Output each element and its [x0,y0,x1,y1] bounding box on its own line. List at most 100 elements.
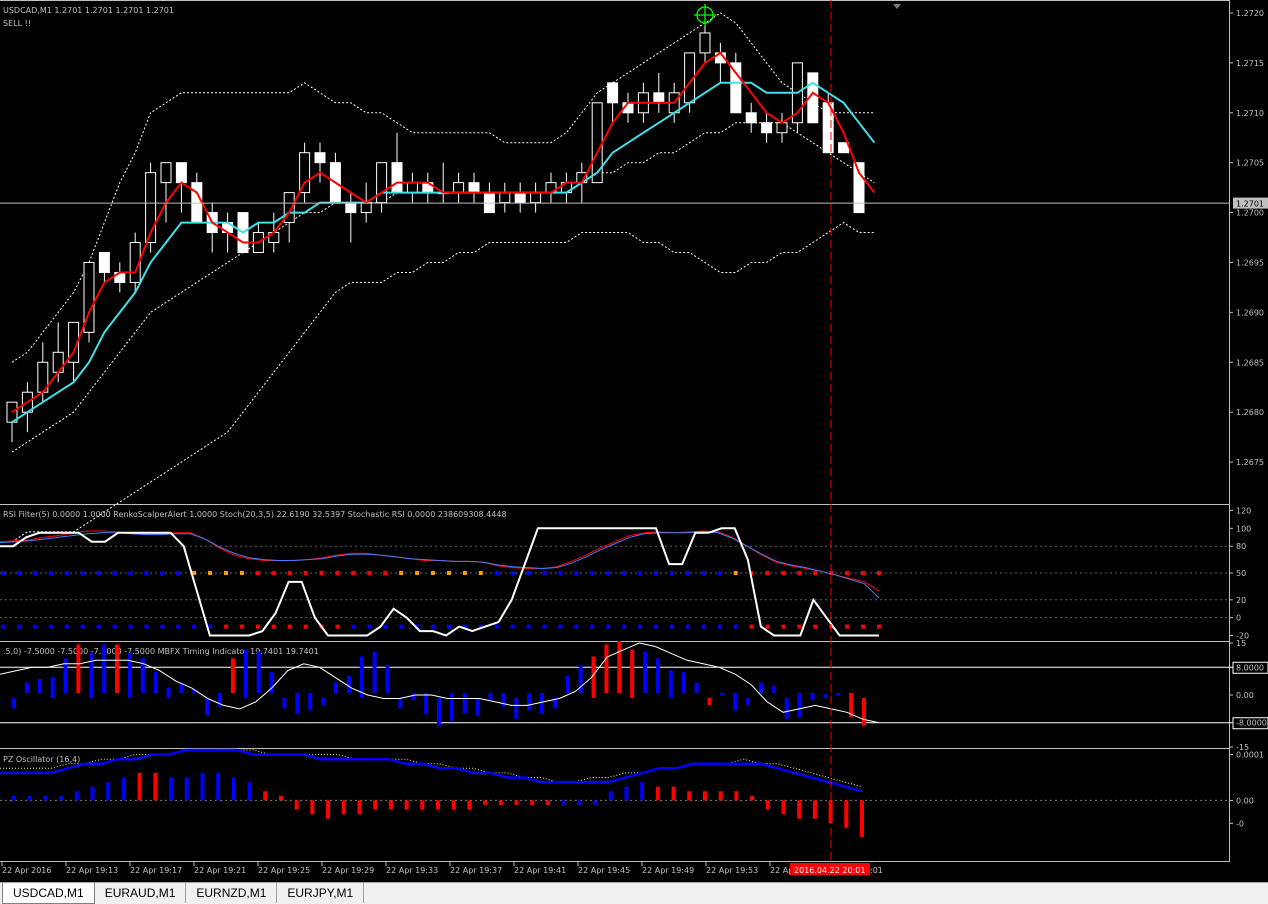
filter-dot-blue [733,624,738,629]
pz-bar-blue [577,800,582,805]
pz-bar-red [420,800,425,810]
pz-bar-red [812,800,817,819]
signal-dot-red [797,571,802,575]
filter-dot-blue [176,624,181,629]
main-chart-title: USDCAD,M1 1.2701 1.2701 1.2701 1.2701 [3,6,174,15]
stoch-tick-label: 100 [1236,524,1251,533]
pz-bar-blue [121,777,126,801]
candle-body-bear [730,62,742,114]
time-tick-label: 22 Apr 19:41 [514,866,566,875]
mbfx-bar-blue [205,698,210,716]
filter-dot-blue [510,624,515,629]
pz-bar-blue [59,795,64,801]
signal-dot-orange [208,571,213,575]
mbfx-bar-red [230,658,235,693]
chart-area[interactable]: USDCAD,M1 1.2701 1.2701 1.2701 1.2701 SE… [0,0,1268,882]
mbfx-bar-blue [655,658,660,693]
pz-bar-red [734,791,739,801]
filter-dot-red [271,624,276,629]
pz-bar-red [137,772,142,801]
mbfx-bar-blue [372,651,377,693]
signal-dot-red [383,571,388,575]
signal-dot-red [303,571,308,575]
price-tick-label: 1.2685 [1236,358,1264,367]
signal-dot-blue [701,571,706,575]
filter-dot-red [877,624,881,629]
pz-bar-red [750,795,755,801]
pz-bar-red [514,800,519,805]
signal-dot-blue [112,571,117,575]
mbfx-bar-blue [565,675,570,693]
filter-dot-blue [351,624,356,629]
mbfx-tick-label: 15 [1236,639,1246,648]
pz-bar-red [655,786,660,801]
signal-dot-red [351,571,356,575]
signal-dot-blue [510,571,515,575]
candle [83,261,95,343]
pz-bar-red [467,800,472,810]
mbfx-bar-blue [321,698,326,705]
stoch-tick-label: 80 [1236,542,1246,551]
pz-bar-blue [74,791,79,801]
mbfx-bar-blue [50,677,55,698]
time-tick-label: 22 Apr 19:53 [706,866,758,875]
mbfx-bar-red [604,644,609,693]
mbfx-bar-red [76,644,81,693]
price-tick-label: 1.2680 [1236,408,1264,417]
time-tick-label: 22 Apr 19:37 [450,866,502,875]
candle-body-bear [314,152,326,164]
candle-body-bull [376,162,388,204]
candle-body-bear [761,122,773,134]
signal-dot-red [845,571,850,575]
signal-dot-orange [223,571,228,575]
price-tick-label: 1.2700 [1236,209,1264,218]
tab-euraud[interactable]: EURAUD,M1 [95,883,187,903]
signal-dot-red [781,571,786,575]
filter-dot-blue [32,624,37,629]
filter-dot-blue [622,624,627,629]
pz-bar-blue [90,786,95,801]
filter-dot-red [287,624,292,629]
candle-body-bear [607,82,619,104]
mbfx-bar-blue [668,670,673,698]
candle-body-bear [175,162,187,184]
pz-bar-blue [43,795,48,801]
pz-bar-blue [640,782,645,801]
tab-eurjpy[interactable]: EURJPY,M1 [277,883,365,903]
candle-body-bull [699,32,711,54]
mbfx-bar-blue [295,693,300,714]
signal-dot-orange [415,571,420,575]
time-tick-label: 22 Apr 19:33 [386,866,438,875]
pz-bar-red [530,800,535,805]
filter-dot-blue [542,624,547,629]
filter-dot-red [765,624,770,629]
candle-body-bear [483,192,495,214]
stoch-tick-label: 120 [1236,506,1251,515]
mbfx-bar-blue [540,693,545,714]
signal-dot-red [335,571,340,575]
pz-bar-red [388,800,393,810]
signal-dot-blue [48,571,53,575]
mbfx-bar-blue [514,698,519,719]
mbfx-bar-blue [771,686,776,693]
signal-dot-red [765,571,770,575]
candle [591,102,603,184]
pz-bar-blue [184,777,189,801]
signal-dot-blue [574,571,579,575]
signal-dot-orange [733,571,738,575]
tab-eurnzd[interactable]: EURNZD,M1 [186,883,278,903]
stoch-tick-label: 20 [1236,596,1246,605]
mbfx-bar-blue [733,693,738,711]
signal-dot-orange [399,571,404,575]
candle-body-bull [406,182,418,194]
candle-body-bear [345,202,357,214]
signal-dot-blue [96,571,101,575]
pz-bar-blue [593,800,598,805]
time-tick-label: 22 Apr 19:49 [642,866,694,875]
tab-usdcad[interactable]: USDCAD,M1 [2,883,95,904]
signal-dot-red [813,571,818,575]
mbfx-bar-blue [643,651,648,693]
filter-dot-red [749,624,754,629]
mbfx-bar-blue [823,694,828,698]
pz-bar-red [278,795,283,801]
